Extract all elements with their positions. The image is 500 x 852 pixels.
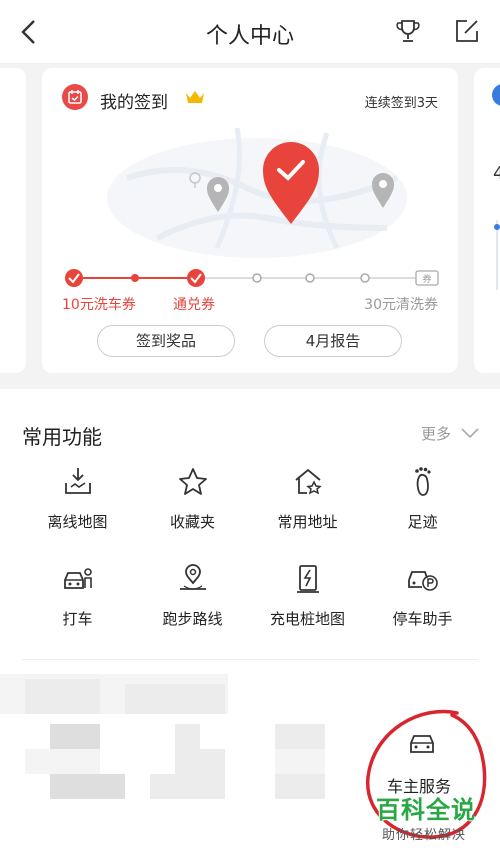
reward-label-first: 10元洗车券	[62, 297, 136, 313]
watermark-logo: 百科全说	[376, 796, 476, 824]
obscured-area	[50, 724, 100, 749]
charging-pile-icon	[297, 565, 319, 593]
parking-icon	[408, 571, 438, 591]
function-running-route[interactable]: 跑步路线	[130, 562, 255, 642]
next-card-icon	[492, 84, 500, 106]
function-label: 离线地图	[47, 513, 108, 531]
function-label: 常用地址	[277, 513, 338, 531]
function-footprint[interactable]: 足迹	[360, 465, 485, 545]
section-title: 常用功能	[22, 425, 102, 449]
obscured-area	[150, 774, 225, 799]
taxi-icon	[64, 568, 92, 589]
next-card-number: 4	[493, 163, 500, 184]
function-label: 停车助手	[392, 610, 453, 628]
checkin-streak: 连续签到3天	[364, 96, 438, 111]
next-card-line	[496, 220, 498, 290]
chevron-down-icon[interactable]	[460, 425, 480, 441]
obscured-area	[175, 749, 225, 774]
obscured-area	[125, 684, 225, 714]
checkin-prizes-button[interactable]: 签到奖品	[97, 325, 235, 357]
obscured-area	[25, 749, 100, 774]
checkin-card[interactable]: 我的签到 连续签到3天 券 10元洗车券 通兑券 30元清洗券 签到奖品 4月报…	[42, 68, 458, 373]
obscured-area	[275, 724, 325, 749]
function-charging-map[interactable]: 充电桩地图	[245, 562, 370, 642]
function-label: 充电桩地图	[269, 610, 345, 628]
next-card-dot	[494, 224, 500, 230]
obscured-area	[275, 749, 325, 774]
edit-icon[interactable]	[452, 16, 482, 46]
reward-label-last: 30元清洗券	[364, 297, 438, 313]
obscured-area	[275, 774, 325, 799]
obscured-area	[25, 679, 100, 714]
watermark-slogan: 助你轻松解决	[382, 828, 467, 843]
function-parking[interactable]: 停车助手	[360, 562, 485, 642]
card-carousel[interactable]: 4 我的签到 连续签到3天 券 10元洗车券 通兑券 30元清洗券 签到奖品 4…	[0, 64, 500, 389]
function-offline-map[interactable]: 离线地图	[15, 465, 140, 545]
function-common-address[interactable]: 常用地址	[245, 465, 370, 545]
offline-map-icon	[65, 468, 91, 494]
function-label: 跑步路线	[162, 610, 223, 628]
monthly-report-button[interactable]: 4月报告	[264, 325, 402, 357]
reward-label-second: 通兑券	[173, 297, 215, 313]
calendar-icon	[62, 84, 88, 110]
function-label: 收藏夹	[169, 513, 215, 531]
previous-card[interactable]	[0, 68, 26, 373]
crown-icon	[186, 91, 204, 103]
coupon-tag: 券	[422, 273, 431, 285]
obscured-area	[50, 774, 125, 799]
function-taxi[interactable]: 打车	[15, 562, 140, 642]
function-label: 打车	[62, 610, 93, 628]
function-label: 足迹	[407, 513, 438, 531]
map-illustration	[107, 127, 407, 258]
trophy-icon[interactable]	[393, 16, 423, 46]
obscured-area	[175, 724, 200, 749]
footprint-icon	[415, 467, 431, 496]
function-favorites[interactable]: 收藏夹	[130, 465, 255, 545]
header-bar: 个人中心	[0, 0, 500, 64]
more-link[interactable]: 更多	[421, 423, 451, 444]
home-star-icon	[295, 468, 322, 495]
next-card[interactable]: 4	[474, 68, 500, 373]
page-title: 个人中心	[205, 24, 294, 49]
running-route-icon	[180, 564, 206, 590]
section-divider	[22, 659, 478, 660]
common-functions-section: 常用功能 更多 离线地图 收藏夹 常用地址 足迹 打车 跑步路线 充电桩地图 停…	[0, 389, 500, 852]
checkin-title: 我的签到	[100, 93, 168, 113]
star-icon	[179, 468, 207, 495]
